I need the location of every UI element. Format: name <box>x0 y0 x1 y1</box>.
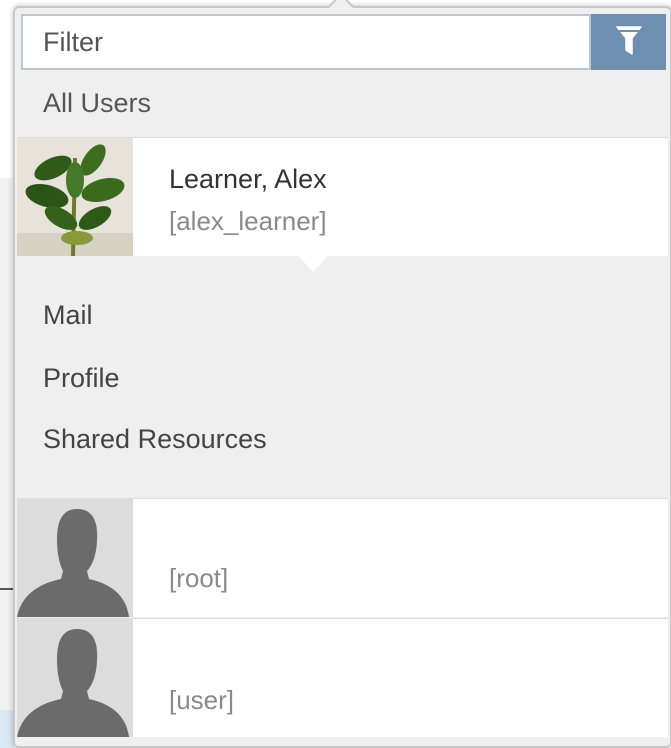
background-divider <box>0 588 14 590</box>
menu-item-profile[interactable]: Profile <box>43 363 120 394</box>
plant-avatar-icon <box>17 138 133 256</box>
user-card-root[interactable]: [root] <box>17 498 668 617</box>
user-card-selected[interactable]: Learner, Alex [alex_learner] <box>17 137 668 256</box>
all-users-label[interactable]: All Users <box>43 88 151 119</box>
menu-item-shared-resources[interactable]: Shared Resources <box>43 424 267 455</box>
user-login: [alex_learner] <box>169 206 327 236</box>
menu-item-mail[interactable]: Mail <box>43 300 93 331</box>
background-bar <box>0 710 14 748</box>
filter-button[interactable] <box>591 14 666 70</box>
user-name: Learner, Alex <box>169 164 327 194</box>
person-silhouette-icon <box>17 499 133 617</box>
user-login: [user] <box>169 685 235 715</box>
background-panel <box>0 178 14 748</box>
funnel-icon <box>615 25 642 59</box>
person-silhouette-icon <box>17 619 133 737</box>
filter-row <box>21 14 666 74</box>
user-card-user[interactable]: [user] <box>17 618 668 737</box>
popover-pointer <box>318 0 362 8</box>
user-login: [root] <box>169 563 229 593</box>
card-pointer <box>295 252 331 272</box>
user-picker-popover: All Users Learner, Alex [alex_learner] M… <box>13 6 671 748</box>
filter-input[interactable] <box>21 14 591 70</box>
